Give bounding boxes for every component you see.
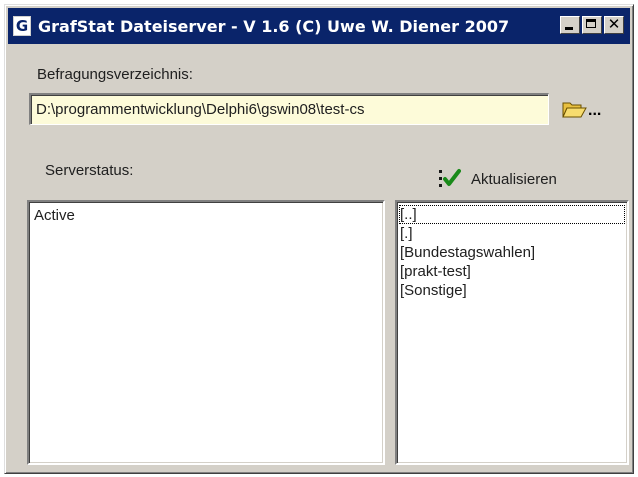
directory-path-field[interactable]: D:\programmentwicklung\Delphi6\gswin08\t…	[29, 93, 549, 125]
maximize-icon	[586, 19, 596, 28]
refresh-button[interactable]: Aktualisieren	[437, 165, 557, 193]
status-line: Active	[34, 207, 75, 224]
directory-label: Befragungsverzeichnis:	[37, 66, 193, 83]
list-item-folder[interactable]: [prakt-test]	[397, 262, 627, 281]
app-window: G GrafStat Dateiserver - V 1.6 (C) Uwe W…	[4, 4, 634, 474]
list-item-parent-folder[interactable]: [..]	[399, 205, 625, 224]
refresh-label: Aktualisieren	[471, 170, 557, 188]
browse-ellipsis: ...	[588, 102, 602, 119]
window-controls: ✕	[558, 15, 624, 34]
folder-open-icon	[562, 102, 587, 118]
maximize-button[interactable]	[582, 16, 602, 34]
minimize-icon	[565, 27, 573, 30]
title-bar[interactable]: G GrafStat Dateiserver - V 1.6 (C) Uwe W…	[8, 8, 630, 44]
server-status-label: Serverstatus:	[45, 162, 134, 179]
list-item-folder[interactable]: [Bundestagswahlen]	[397, 243, 627, 262]
folder-list[interactable]: [..] [.] [Bundestagswahlen] [prakt-test]…	[395, 200, 629, 465]
minimize-button[interactable]	[560, 16, 580, 34]
close-icon: ✕	[607, 15, 621, 33]
server-status-list[interactable]: Active	[27, 200, 385, 465]
list-item-folder[interactable]: [Sonstige]	[397, 281, 627, 300]
close-button[interactable]: ✕	[604, 15, 624, 34]
list-item-current-folder[interactable]: [.]	[397, 224, 627, 243]
window-title: GrafStat Dateiserver - V 1.6 (C) Uwe W. …	[38, 16, 510, 36]
browse-folder-button[interactable]: ...	[561, 95, 609, 123]
checkmark-refresh-icon	[439, 169, 461, 187]
app-icon[interactable]: G	[13, 16, 31, 36]
